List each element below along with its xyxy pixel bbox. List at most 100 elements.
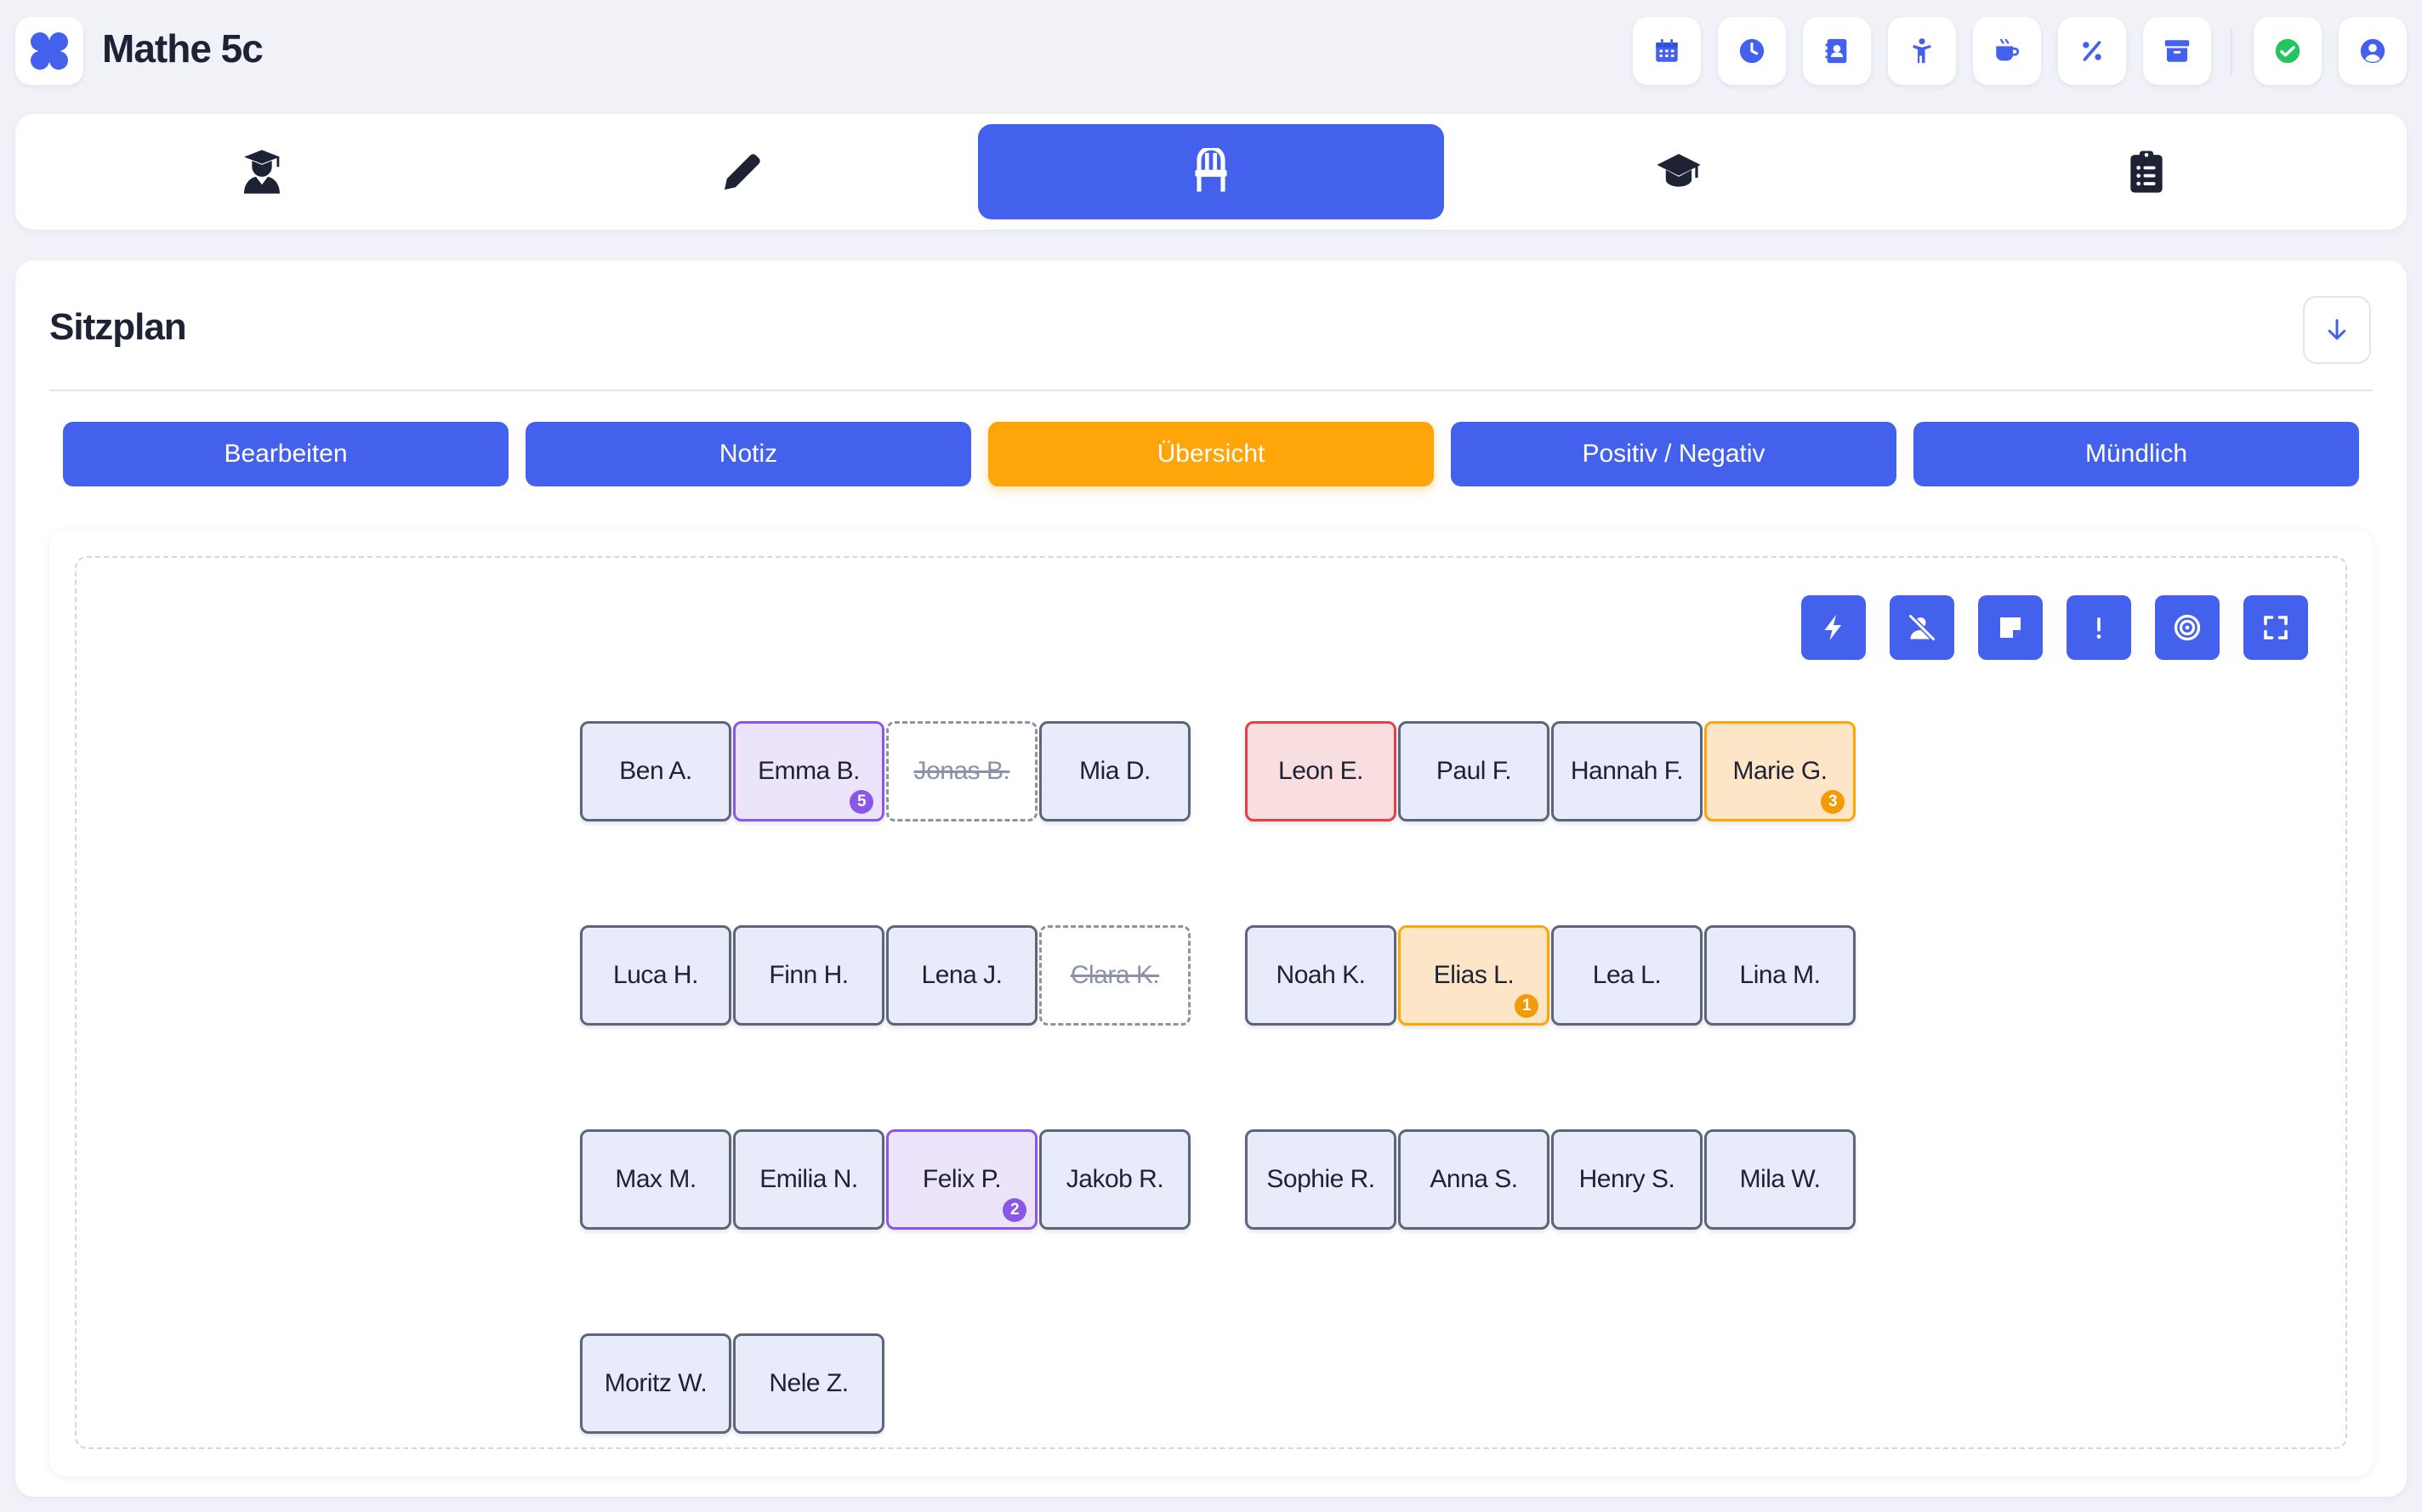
seat[interactable]: Jakob R. <box>1039 1129 1191 1230</box>
seat-count-badge: 2 <box>1003 1198 1026 1222</box>
mode-oral-button[interactable]: Mündlich <box>1913 422 2359 486</box>
seat[interactable]: Hannah F. <box>1551 721 1703 821</box>
seat-student-name: Elias L. <box>1433 961 1515 989</box>
person-icon <box>1913 38 1931 64</box>
profile-button[interactable] <box>2339 17 2407 85</box>
seating-plan-area: Ben A. Emma B. 5 Jonas B. Mia D. Leon E. Paul … <box>75 556 2347 1449</box>
seat[interactable]: Luca H. <box>580 925 731 1026</box>
contacts-button[interactable] <box>1803 17 1871 85</box>
tab-grades[interactable] <box>1446 124 1912 219</box>
seat-count-badge: 5 <box>850 790 873 814</box>
seat-count-badge: 3 <box>1821 790 1845 814</box>
seat[interactable]: Finn H. <box>733 925 884 1026</box>
seat[interactable]: Emilia N. <box>733 1129 884 1230</box>
person-button[interactable] <box>1888 17 1956 85</box>
tab-tasks[interactable] <box>1913 124 2379 219</box>
top-bar: Mathe 5c <box>0 0 2422 102</box>
tab-seating[interactable] <box>978 124 1444 219</box>
logo-icon <box>31 32 68 70</box>
seat[interactable]: Clara K. <box>1039 925 1191 1026</box>
target-button[interactable] <box>2155 595 2220 660</box>
mode-overview-button[interactable]: Übersicht <box>988 422 1434 486</box>
seat[interactable]: Lea L. <box>1551 925 1703 1026</box>
expand-icon <box>2264 616 2288 639</box>
seat-student-name: Mila W. <box>1739 1165 1821 1193</box>
seat[interactable]: Marie G. 3 <box>1704 721 1856 821</box>
seat[interactable]: Henry S. <box>1551 1129 1703 1230</box>
seat[interactable]: Elias L. 1 <box>1398 925 1549 1026</box>
seat[interactable]: Felix P. 2 <box>886 1129 1038 1230</box>
seat-student-name: Lea L. <box>1592 961 1662 989</box>
mode-note-button[interactable]: Notiz <box>526 422 971 486</box>
user-circle-icon <box>2360 38 2385 64</box>
seat[interactable]: Mila W. <box>1704 1129 1856 1230</box>
seat-student-name: Jonas B. <box>913 757 1010 785</box>
contact-book-icon <box>1825 38 1847 64</box>
seat[interactable]: Mia D. <box>1039 721 1191 821</box>
seat-student-name: Moritz W. <box>604 1369 708 1397</box>
clipboard-list-icon <box>2130 151 2163 193</box>
archive-icon <box>2164 40 2190 62</box>
seat[interactable]: Nele Z. <box>733 1333 884 1434</box>
calendar-icon <box>1656 38 1678 62</box>
mark-absent-button[interactable] <box>1890 595 1954 660</box>
seat-student-name: Emma B. <box>758 757 860 785</box>
seating-plan-card: Sitzplan Bearbeiten Notiz Übersicht Posi… <box>15 260 2407 1497</box>
alert-button[interactable] <box>2067 595 2131 660</box>
divider <box>49 389 2373 391</box>
user-slash-icon <box>1908 614 1936 641</box>
clock-button[interactable] <box>1718 17 1786 85</box>
coffee-button[interactable] <box>1973 17 2041 85</box>
seat[interactable]: Emma B. 5 <box>733 721 884 821</box>
seat[interactable]: Jonas B. <box>886 721 1038 821</box>
percent-button[interactable] <box>2058 17 2126 85</box>
seat[interactable]: Ben A. <box>580 721 731 821</box>
seat[interactable]: Paul F. <box>1398 721 1549 821</box>
toolbar-separator <box>2231 27 2232 75</box>
seat-student-name: Marie G. <box>1732 757 1828 785</box>
app-logo[interactable] <box>15 17 83 85</box>
seat-student-name: Max M. <box>615 1165 696 1193</box>
seat-student-name: Hannah F. <box>1570 757 1684 785</box>
mode-positive-negative-button[interactable]: Positiv / Negativ <box>1451 422 1896 486</box>
calendar-button[interactable] <box>1633 17 1701 85</box>
seat-student-name: Mia D. <box>1079 757 1151 785</box>
percent-icon <box>2083 41 2101 61</box>
seat-student-name: Clara K. <box>1070 961 1160 989</box>
mode-edit-button[interactable]: Bearbeiten <box>63 422 509 486</box>
tab-students[interactable] <box>29 124 495 219</box>
seat-student-name: Felix P. <box>922 1165 1002 1193</box>
seat[interactable]: Sophie R. <box>1245 1129 1396 1230</box>
seat-student-name: Leon E. <box>1278 757 1363 785</box>
collapse-button[interactable] <box>2303 296 2371 364</box>
exclamation-icon <box>2096 617 2101 639</box>
seat[interactable]: Max M. <box>580 1129 731 1230</box>
seat-student-name: Anna S. <box>1430 1165 1518 1193</box>
seat[interactable]: Lina M. <box>1704 925 1856 1026</box>
graduation-cap-icon <box>1657 154 1701 187</box>
archive-button[interactable] <box>2143 17 2211 85</box>
seat[interactable]: Lena J. <box>886 925 1038 1026</box>
seat[interactable]: Noah K. <box>1245 925 1396 1026</box>
coffee-icon <box>1996 38 2020 61</box>
target-icon <box>2174 614 2201 641</box>
seat-student-name: Jakob R. <box>1066 1165 1164 1193</box>
fullscreen-button[interactable] <box>2243 595 2308 660</box>
seat[interactable]: Anna S. <box>1398 1129 1549 1230</box>
clock-icon <box>1739 38 1765 64</box>
seat-student-name: Emilia N. <box>759 1165 858 1193</box>
seat-student-name: Ben A. <box>619 757 692 785</box>
quick-action-button[interactable] <box>1801 595 1866 660</box>
seat[interactable]: Moritz W. <box>580 1333 731 1434</box>
sticky-note-icon <box>2000 617 2021 638</box>
status-button[interactable] <box>2254 17 2322 85</box>
student-icon <box>244 150 280 194</box>
tab-edit[interactable] <box>509 124 975 219</box>
seating-plan-panel: Ben A. Emma B. 5 Jonas B. Mia D. Leon E. Paul … <box>49 529 2373 1476</box>
bolt-icon <box>1824 615 1841 640</box>
arrow-down-icon <box>2328 319 2346 340</box>
seat-student-name: Paul F. <box>1436 757 1512 785</box>
seat[interactable]: Leon E. <box>1245 721 1396 821</box>
seat-student-name: Lena J. <box>921 961 1003 989</box>
note-button[interactable] <box>1978 595 2043 660</box>
